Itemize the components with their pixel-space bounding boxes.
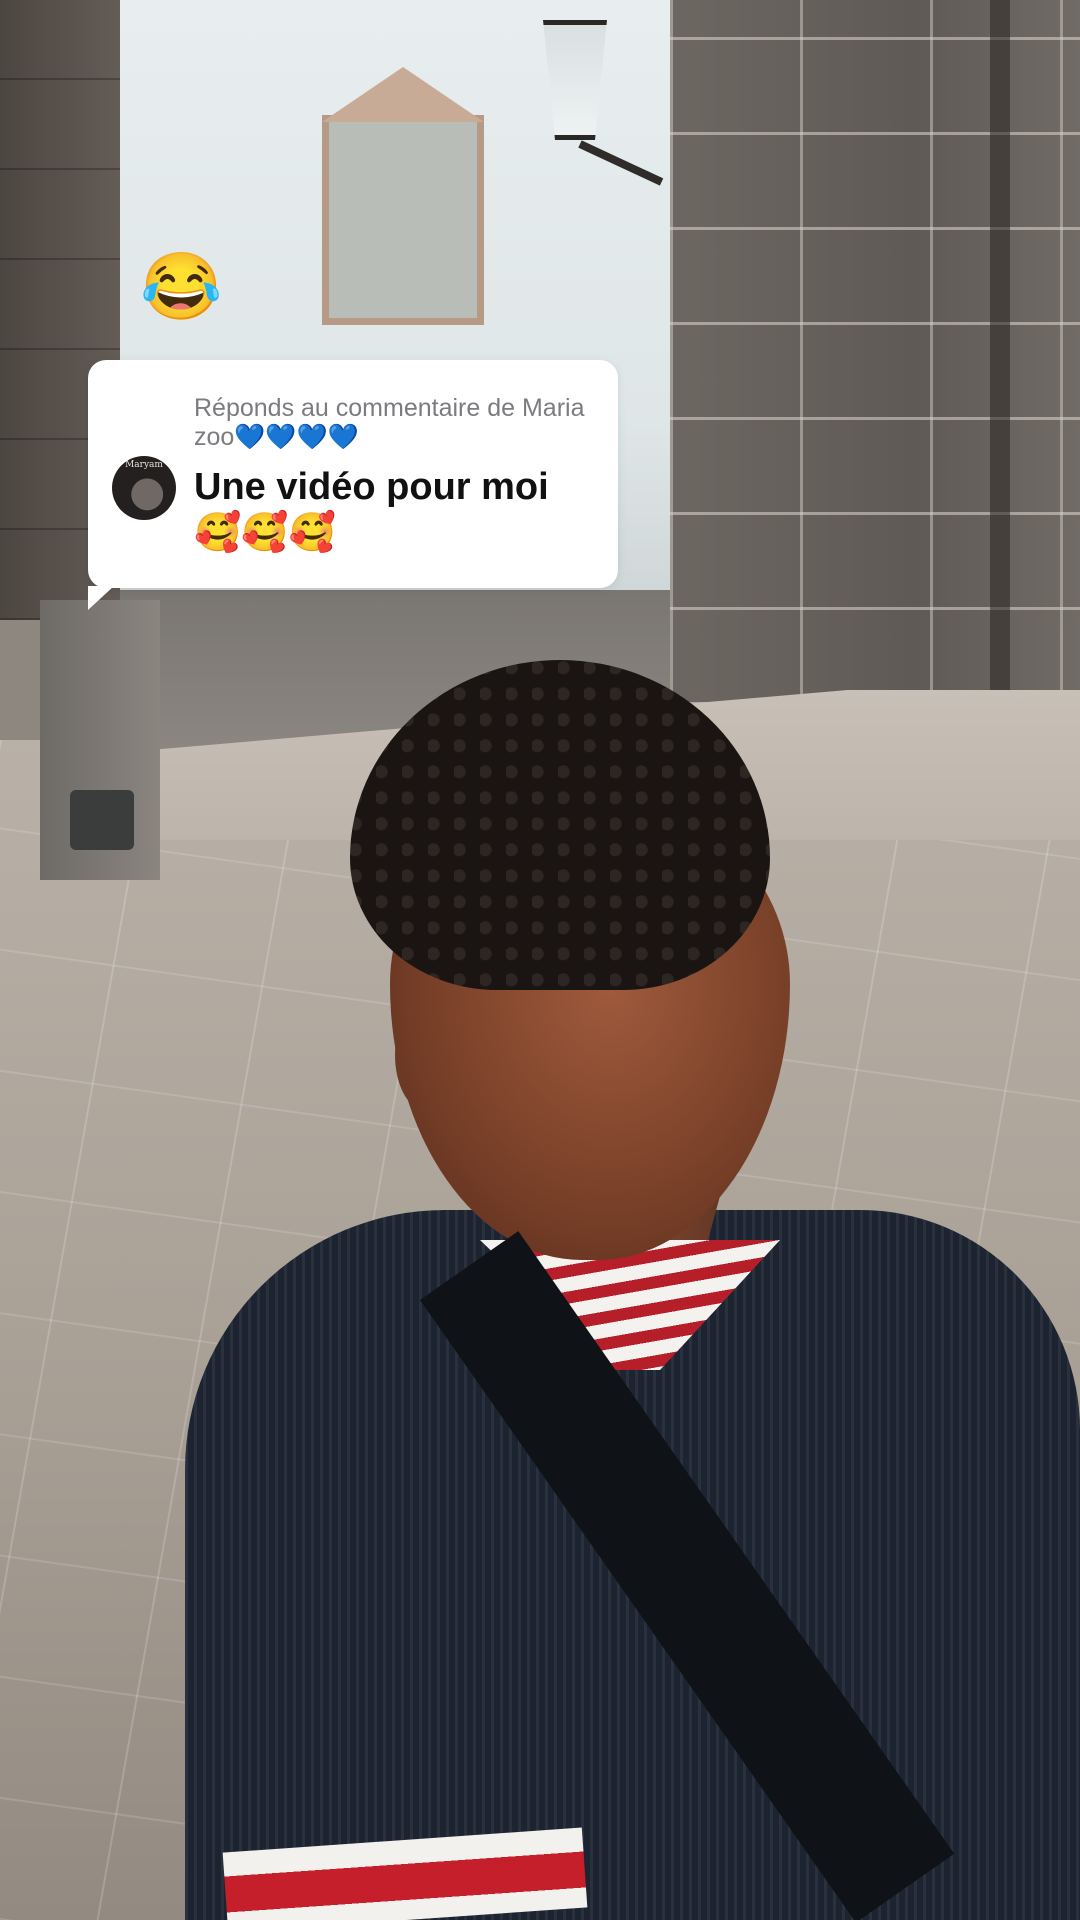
comment-reply-sticker[interactable]: Maryam Réponds au commentaire de Maria z… (88, 360, 618, 610)
laughing-emoji-sticker: 😂 (140, 249, 223, 323)
reply-header: Réponds au commentaire de Maria zoo💙💙💙💙 (194, 394, 585, 451)
video-frame[interactable]: 😂 Maryam Réponds au commentaire de Maria… (0, 0, 1080, 1920)
avatar-label: Maryam (125, 460, 163, 470)
profile-avatar-image[interactable]: Maryam (112, 456, 176, 520)
reply-comment-text: Une vidéo pour moi 🥰🥰🥰 (194, 466, 549, 554)
hair (350, 660, 770, 990)
